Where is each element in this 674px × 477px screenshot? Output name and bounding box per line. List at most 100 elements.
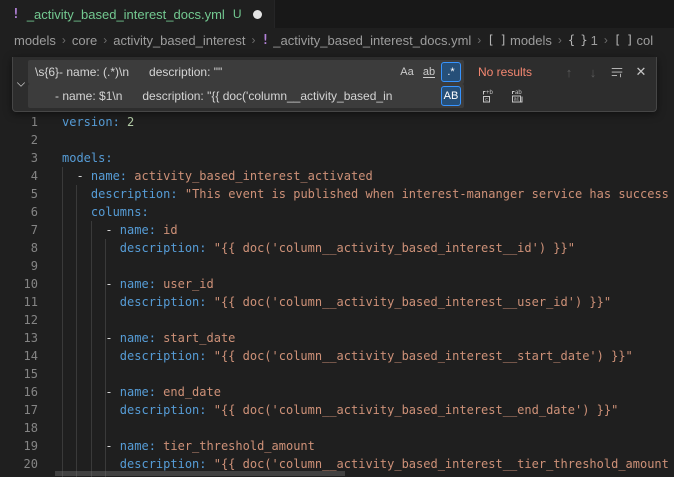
code-token: "This event is published when interest-m… [185, 187, 669, 201]
code-line[interactable]: 4 - name: activity_based_interest_activa… [0, 167, 674, 185]
tab-filename: _activity_based_interest_docs.yml [27, 7, 225, 22]
code-line[interactable]: 16 - name: end_date [0, 383, 674, 401]
line-number[interactable]: 12 [0, 311, 38, 329]
code-line[interactable]: 8 description: "{{ doc('column__activity… [0, 239, 674, 257]
line-number[interactable]: 10 [0, 275, 38, 293]
line-number[interactable]: 20 [0, 455, 38, 473]
breadcrumb-item[interactable]: [ ]models [487, 33, 552, 48]
line-number[interactable]: 15 [0, 365, 38, 383]
replace-icon: +b c [481, 88, 497, 104]
breadcrumb-item[interactable]: [ ]col [614, 33, 653, 48]
replace-button[interactable]: +b c [478, 85, 500, 107]
tab-bar: ! _activity_based_interest_docs.yml U [0, 0, 674, 28]
code-line[interactable]: 13 - name: start_date [0, 329, 674, 347]
line-number[interactable]: 14 [0, 347, 38, 365]
line-number[interactable]: 6 [0, 203, 38, 221]
replace-input[interactable] [28, 84, 464, 108]
line-number[interactable]: 8 [0, 239, 38, 257]
line-number[interactable]: 13 [0, 329, 38, 347]
line-number[interactable]: 5 [0, 185, 38, 203]
unsaved-changes-dot-icon[interactable] [253, 10, 262, 19]
code-line[interactable]: 11 description: "{{ doc('column__activit… [0, 293, 674, 311]
code-token: version: [62, 115, 120, 129]
code-line[interactable]: 1version: 2 [0, 113, 674, 131]
code-token: name: [120, 439, 156, 453]
line-number[interactable]: 2 [0, 131, 38, 149]
tab-active-file[interactable]: ! _activity_based_interest_docs.yml U [0, 0, 275, 28]
code-token: tier_threshold_amount [163, 439, 315, 453]
yaml-file-icon: ! [12, 7, 20, 22]
breadcrumb-item[interactable]: !_activity_based_interest_docs.yml [261, 33, 471, 48]
breadcrumb-item[interactable]: { }1 [568, 33, 598, 48]
git-untracked-badge: U [233, 7, 242, 21]
code-line[interactable]: 5 description: "This event is published … [0, 185, 674, 203]
code-token [207, 457, 214, 471]
code-line-content: description: "This event is published wh… [62, 185, 669, 203]
svg-text:+b: +b [486, 90, 494, 96]
toggle-replace-button[interactable] [13, 57, 28, 111]
code-token: "{{ doc('column__activity_based_interest… [214, 403, 619, 417]
code-token: end_date [163, 385, 221, 399]
code-line-content: description: "{{ doc('column__activity_b… [62, 347, 633, 365]
code-line[interactable]: 6 columns: [0, 203, 674, 221]
line-number[interactable]: 18 [0, 419, 38, 437]
code-line[interactable]: 12 [0, 311, 674, 329]
code-line[interactable]: 18 [0, 419, 674, 437]
code-line-content: - name: id [62, 221, 178, 239]
code-token: - [62, 385, 120, 399]
line-number[interactable]: 4 [0, 167, 38, 185]
code-token: - [62, 277, 120, 291]
breadcrumb-item[interactable]: activity_based_interest [113, 33, 245, 48]
line-number[interactable]: 3 [0, 149, 38, 167]
code-token: - [62, 331, 120, 345]
code-line[interactable]: 7 - name: id [0, 221, 674, 239]
line-number[interactable]: 9 [0, 257, 38, 275]
code-line[interactable]: 10 - name: user_id [0, 275, 674, 293]
line-number[interactable]: 7 [0, 221, 38, 239]
code-token: id [163, 223, 177, 237]
code-token [178, 187, 185, 201]
code-line[interactable]: 14 description: "{{ doc('column__activit… [0, 347, 674, 365]
line-number[interactable]: 11 [0, 293, 38, 311]
line-number[interactable]: 17 [0, 401, 38, 419]
find-in-selection-button[interactable] [606, 61, 628, 83]
code-line[interactable]: 2 [0, 131, 674, 149]
breadcrumb-label: _activity_based_interest_docs.yml [273, 33, 471, 48]
code-line[interactable]: 3models: [0, 149, 674, 167]
code-line[interactable]: 17 description: "{{ doc('column__activit… [0, 401, 674, 419]
code-token: name: [120, 223, 156, 237]
code-token: - [62, 169, 91, 183]
editor-pane[interactable]: 1version: 223models:4 - name: activity_b… [0, 52, 674, 477]
next-match-button[interactable]: ↓ [582, 61, 604, 83]
code-line-content: description: "{{ doc('column__activity_b… [62, 401, 618, 419]
breadcrumb-separator-icon: › [558, 33, 562, 47]
code-token [62, 295, 120, 309]
code-token [62, 205, 91, 219]
match-case-toggle[interactable]: Aa [397, 62, 417, 82]
code-token: "{{ doc('column__activity_based_interest… [214, 349, 633, 363]
code-line[interactable]: 15 [0, 365, 674, 383]
line-number[interactable]: 19 [0, 437, 38, 455]
line-number[interactable]: 16 [0, 383, 38, 401]
code-token [120, 115, 127, 129]
code-token: "{{ doc('column__activity_based_interest… [214, 295, 611, 309]
code-line[interactable]: 9 [0, 257, 674, 275]
line-number[interactable]: 1 [0, 113, 38, 131]
regex-toggle[interactable]: .* [441, 62, 461, 82]
breadcrumb-item[interactable]: core [72, 33, 97, 48]
code-token: name: [120, 331, 156, 345]
code-token: description: [120, 457, 207, 471]
preserve-case-toggle[interactable]: AB [441, 86, 461, 106]
breadcrumb-item[interactable]: models [14, 33, 56, 48]
code-token: name: [120, 385, 156, 399]
code-line[interactable]: 19 - name: tier_threshold_amount [0, 437, 674, 455]
previous-match-button[interactable]: ↑ [558, 61, 580, 83]
whole-word-toggle[interactable]: ab [419, 62, 439, 82]
code-token: description: [120, 349, 207, 363]
horizontal-scrollbar[interactable] [55, 471, 345, 476]
close-find-widget-button[interactable]: ✕ [630, 61, 652, 83]
vscode-window: ! _activity_based_interest_docs.yml U mo… [0, 0, 674, 477]
code-token: activity_based_interest_activated [134, 169, 372, 183]
code-token: description: [91, 187, 178, 201]
replace-all-button[interactable]: ab ac [506, 85, 528, 107]
